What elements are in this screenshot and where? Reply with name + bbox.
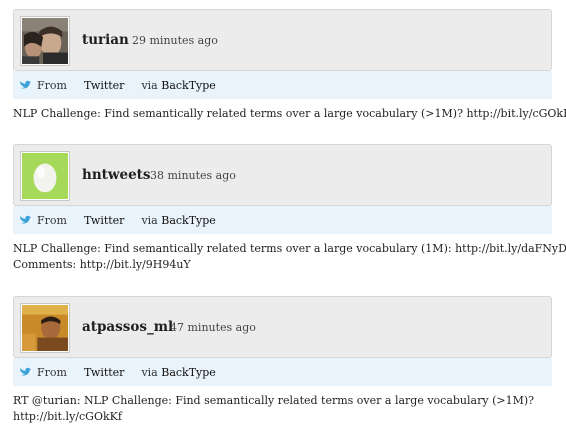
username[interactable]: atpassos_ml: [82, 319, 173, 335]
entry-text-line: RT @turian: NLP Challenge: Find semantic…: [13, 394, 535, 407]
provider-link[interactable]: BackType: [161, 79, 216, 92]
entry-header: turian 29 minutes ago: [13, 9, 552, 71]
feed-entry: hntweets 38 minutes ago From Twitter via…: [0, 144, 566, 273]
timestamp: 38 minutes ago: [150, 169, 236, 182]
via-label: via: [141, 366, 158, 379]
entry-text: NLP Challenge: Find semantically related…: [13, 234, 566, 273]
entry-text: RT @turian: NLP Challenge: Find semantic…: [13, 386, 553, 425]
from-label: From: [37, 79, 67, 92]
feed-entry: atpassos_ml 47 minutes ago From Twitter …: [0, 296, 566, 425]
source-bar: From Twitter via BackType: [13, 206, 552, 234]
entry-header: hntweets 38 minutes ago: [13, 144, 552, 206]
avatar[interactable]: [20, 16, 70, 66]
from-label: From: [37, 366, 67, 379]
avatar-photo-icon: [22, 18, 68, 64]
from-label: From: [37, 214, 67, 227]
avatar[interactable]: [20, 151, 70, 201]
source-bar: From Twitter via BackType: [13, 358, 552, 386]
via-label: via: [141, 79, 158, 92]
default-egg-avatar-icon: [22, 153, 68, 199]
avatar[interactable]: [20, 303, 70, 353]
source-service-link[interactable]: Twitter: [84, 214, 125, 227]
entry-text-line: NLP Challenge: Find semantically related…: [13, 242, 566, 255]
source-service-link[interactable]: Twitter: [84, 366, 125, 379]
entry-text-line: http://bit.ly/cGOkKf: [13, 410, 122, 423]
entry-header: atpassos_ml 47 minutes ago: [13, 296, 552, 358]
activity-feed: turian 29 minutes ago From Twitter via B…: [0, 0, 566, 443]
entry-text-line: NLP Challenge: Find semantically related…: [13, 107, 566, 120]
timestamp: 47 minutes ago: [170, 321, 256, 334]
entry-text-line: Comments: http://bit.ly/9H94uY: [13, 258, 191, 271]
timestamp: 29 minutes ago: [132, 34, 218, 47]
username[interactable]: turian: [82, 32, 129, 48]
provider-link[interactable]: BackType: [161, 366, 216, 379]
entry-text: NLP Challenge: Find semantically related…: [13, 99, 566, 122]
twitter-bird-icon: [20, 215, 31, 224]
twitter-bird-icon: [20, 80, 31, 89]
via-label: via: [141, 214, 158, 227]
feed-entry: turian 29 minutes ago From Twitter via B…: [0, 9, 566, 122]
username[interactable]: hntweets: [82, 167, 151, 183]
provider-link[interactable]: BackType: [161, 214, 216, 227]
source-service-link[interactable]: Twitter: [84, 79, 125, 92]
twitter-bird-icon: [20, 367, 31, 376]
avatar-photo-icon: [22, 305, 68, 351]
source-bar: From Twitter via BackType: [13, 71, 552, 99]
